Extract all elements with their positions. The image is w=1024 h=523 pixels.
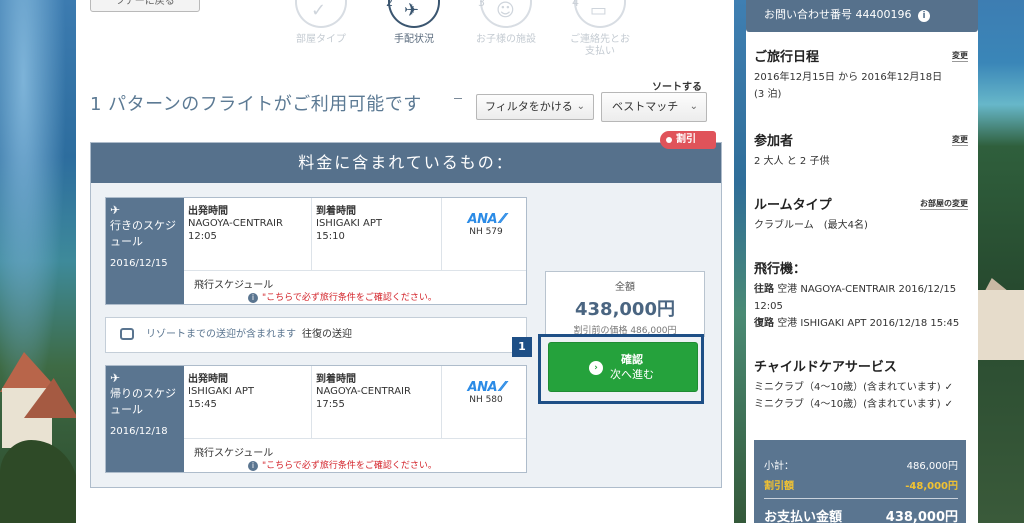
info-icon[interactable]: i <box>917 10 930 22</box>
step-label: 部屋タイプ <box>296 34 346 45</box>
sort-label: ソートする <box>652 82 702 93</box>
check-icon: ✓ <box>311 0 327 21</box>
departure-info: 出発時間 ISHIGAKI APT 15:45 <box>184 366 312 438</box>
main-panel: ツアーに戻る ✓ 部屋タイプ 2 ✈ 手配状況 3 ☺ お子様の施設 4 ▭ ご連絡先… <box>76 0 734 523</box>
total-amount: 438,000円 <box>575 299 675 320</box>
step-arrangement[interactable]: 2 ✈ 手配状況 <box>374 0 454 46</box>
total-price-card: 全額 438,000円 割引前の価格 486,000円 <box>545 271 705 337</box>
arrival-info: 到着時間 NAGOYA-CENTRAIR 17:55 <box>312 366 442 438</box>
flights-available-heading: 1 パターンのフライトがご利用可能です <box>90 94 422 115</box>
inbound-flight-card: ✈ 帰りのスケジュール 2016/12/18 出発時間 ISHIGAKI APT… <box>105 365 527 473</box>
arrow-right-icon: › <box>589 361 603 375</box>
plane-icon: ✈ <box>110 371 121 385</box>
change-room-link[interactable]: お部屋の変更 <box>920 198 968 210</box>
divider <box>454 98 462 99</box>
room-type-section: ルームタイプ お部屋の変更 クラブルーム (最大4名) <box>754 198 968 231</box>
flight-schedule-toggle[interactable]: 飛行スケジュール <box>194 276 273 291</box>
inbound-schedule-label: ✈ 帰りのスケジュール 2016/12/18 <box>106 366 184 472</box>
confirm-next-button[interactable]: › 確認 次へ進む <box>548 342 698 392</box>
price-included-header: 料金に含まれているもの： <box>91 143 721 183</box>
background-scenery-right <box>978 0 1024 523</box>
filter-button[interactable]: フィルタをかける ⌄ <box>476 94 594 120</box>
people-icon: ☺ <box>496 0 515 21</box>
step-label: 手配状況 <box>394 34 434 45</box>
step-label: ご連絡先とお支払い <box>570 34 630 57</box>
back-to-tour-button[interactable]: ツアーに戻る <box>90 0 200 12</box>
booking-summary-panel: お問い合わせ番号 44400196 i ご旅行日程 変更 2016年12月15日… <box>746 0 978 523</box>
ana-stripe-icon: ⁄⁄ <box>501 380 505 395</box>
chevron-down-icon: ⌄ <box>576 101 585 112</box>
info-icon: i <box>248 293 258 303</box>
step-contact-payment[interactable]: 4 ▭ ご連絡先とお支払い <box>560 0 640 58</box>
trip-dates-section: ご旅行日程 変更 2016年12月15日 から 2016年12月18日 (3 泊… <box>754 50 968 100</box>
price-included-box: 料金に含まれているもの： ✈ 行きのスケジュール 2016/12/15 出発時間… <box>90 142 722 488</box>
arrival-info: 到着時間 ISHIGAKI APT 15:10 <box>312 198 442 270</box>
price-totals: 小計： 486,000円 割引額 -48,000円 お支払い金額 438,000円 <box>754 440 966 523</box>
check-icon: ✓ <box>944 382 953 393</box>
change-guests-link[interactable]: 変更 <box>952 134 968 146</box>
bus-icon <box>120 328 134 340</box>
step-room-type[interactable]: ✓ 部屋タイプ <box>281 0 361 46</box>
info-icon: i <box>248 461 258 471</box>
chevron-down-icon: ⌄ <box>689 101 698 112</box>
plane-icon: ✈ <box>404 0 420 21</box>
departure-info: 出発時間 NAGOYA-CENTRAIR 12:05 <box>184 198 312 270</box>
scenery-palm <box>0 440 78 523</box>
step-children-facility[interactable]: 3 ☺ お子様の施設 <box>466 0 546 46</box>
background-scenery-left <box>0 0 78 523</box>
discount-badge: 割引 <box>660 131 716 149</box>
step-number-badge: 1 <box>512 337 532 357</box>
card-icon: ▭ <box>590 0 608 21</box>
travel-conditions-link[interactable]: i "こちらで必ず旅行条件をご確認ください。 <box>248 458 437 471</box>
resort-transfer-row: リゾートまでの送迎が含まれます 往復の送迎 <box>105 317 527 353</box>
ana-stripe-icon: ⁄⁄ <box>501 212 505 227</box>
airline-logo: ANA ⁄⁄ NH 579 <box>467 212 505 237</box>
flight-schedule-toggle[interactable]: 飛行スケジュール <box>194 444 273 459</box>
flight-section: 飛行機： 往路 空港 NAGOYA-CENTRAIR 2016/12/15 12… <box>754 262 960 329</box>
airline-logo: ANA ⁄⁄ NH 580 <box>467 380 505 405</box>
scenery-house <box>978 290 1024 360</box>
outbound-schedule-label: ✈ 行きのスケジュール 2016/12/15 <box>106 198 184 304</box>
change-dates-link[interactable]: 変更 <box>952 50 968 62</box>
sort-select[interactable]: ベストマッチ ⌄ <box>601 92 707 122</box>
step-label: お子様の施設 <box>476 34 536 45</box>
guests-section: 参加者 変更 2 大人 と 2 子供 <box>754 134 968 167</box>
travel-conditions-link[interactable]: i "こちらで必ず旅行条件をご確認ください。 <box>248 290 437 303</box>
inquiry-number-bar: お問い合わせ番号 44400196 i <box>746 0 978 32</box>
childcare-section: チャイルドケアサービス ミニクラブ（4〜10歳）(含まれています) ✓ ミニクラブ… <box>754 360 953 410</box>
plane-icon: ✈ <box>110 203 121 217</box>
check-icon: ✓ <box>944 399 953 410</box>
outbound-flight-card: ✈ 行きのスケジュール 2016/12/15 出発時間 NAGOYA-CENTR… <box>105 197 527 305</box>
